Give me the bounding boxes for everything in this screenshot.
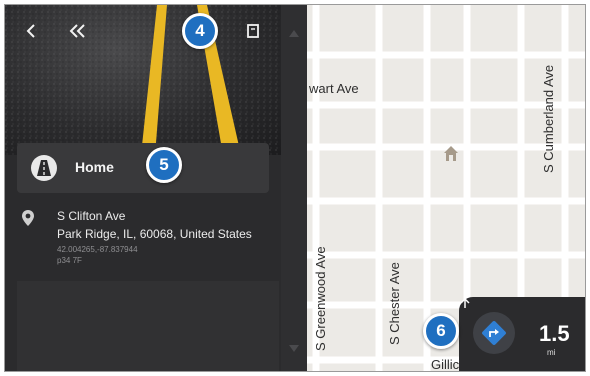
street-label-gillick: Gillic [431, 357, 460, 371]
save-place-button[interactable] [241, 19, 265, 43]
home-marker-icon[interactable] [443, 145, 459, 163]
panel-lower-section [17, 281, 279, 371]
turn-arrow-icon [460, 297, 470, 308]
place-hero-image [5, 5, 281, 155]
back-button[interactable] [19, 19, 43, 43]
street-label-stewart: wart Ave [309, 81, 359, 96]
home-destination-card[interactable]: Home [17, 143, 269, 193]
address-city: Park Ridge, IL, 60068, United States [57, 227, 252, 241]
street-label-chester: S Chester Ave [387, 262, 402, 345]
road-photo [5, 5, 281, 155]
scroll-up-icon[interactable] [287, 27, 301, 41]
address-plus-code: p34 7F [57, 256, 82, 265]
location-pin-icon [22, 210, 34, 226]
panel-scrollbar[interactable] [281, 5, 307, 371]
address-coordinates: 42.004265,-87.837944 [57, 245, 138, 254]
map-view[interactable]: wart Ave S Cumberland Ave S Greenwood Av… [307, 5, 585, 371]
start-navigation-button[interactable] [473, 312, 515, 354]
collapse-panel-button[interactable] [65, 19, 89, 43]
home-label: Home [75, 159, 114, 175]
bookmark-icon [247, 24, 259, 38]
place-detail-panel: 4 Home 5 S Clifton Ave Park Ridge, IL, 6… [5, 5, 307, 371]
street-label-cumberland: S Cumberland Ave [541, 64, 556, 173]
callout-badge-6: 6 [423, 313, 459, 349]
callout-badge-4: 4 [182, 13, 218, 49]
home-road-icon [31, 155, 57, 181]
distance-unit: mi [547, 348, 556, 357]
distance-value: 1.5 [539, 321, 570, 346]
scroll-down-icon[interactable] [287, 341, 301, 355]
chevron-left-icon [26, 24, 35, 38]
address-street: S Clifton Ave [57, 209, 126, 223]
double-chevron-left-icon [69, 24, 85, 38]
directions-icon [482, 321, 506, 345]
navigation-widget: 1.5 mi [459, 297, 585, 371]
callout-badge-5: 5 [146, 147, 182, 183]
app-window: 4 Home 5 S Clifton Ave Park Ridge, IL, 6… [4, 4, 586, 372]
street-label-greenwood: S Greenwood Ave [313, 246, 328, 351]
